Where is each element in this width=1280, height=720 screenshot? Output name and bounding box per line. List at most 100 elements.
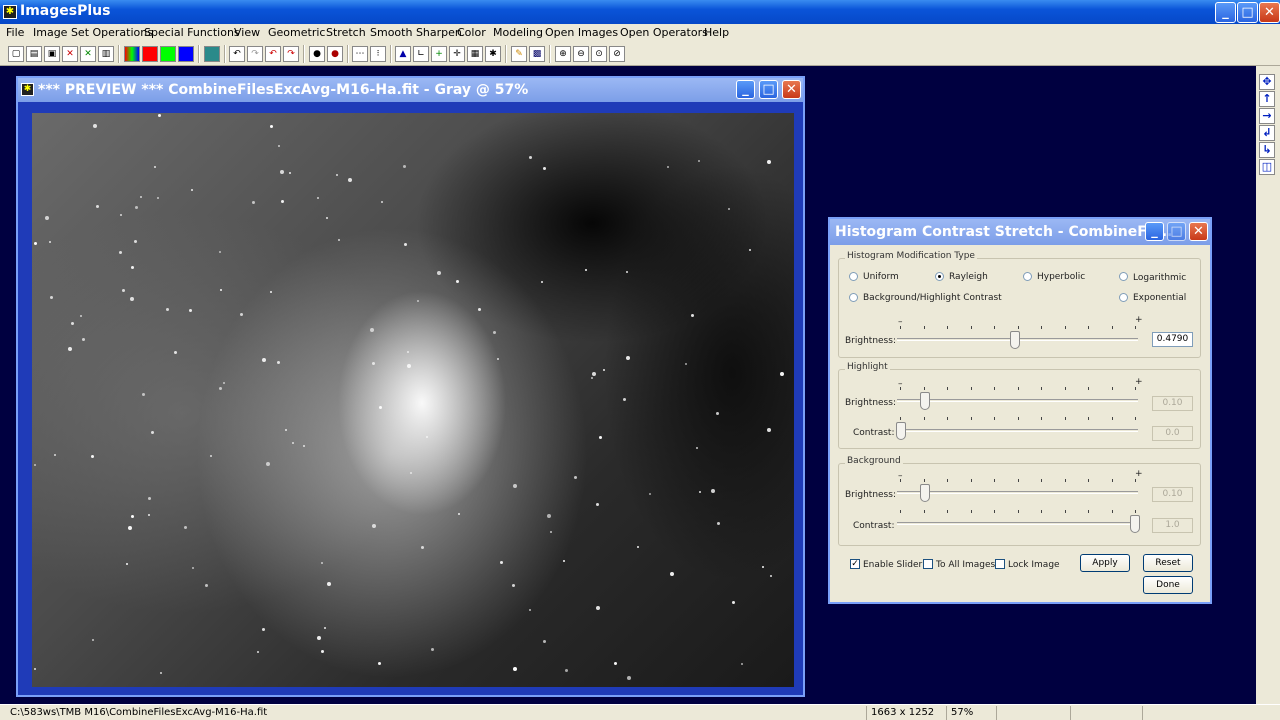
radio-rayleigh[interactable] [935, 272, 944, 281]
background-group: Background – + Brightness: 0.10 Contrast… [838, 456, 1201, 546]
close-button[interactable]: ✕ [1259, 2, 1280, 23]
dialog-titlebar[interactable]: Histogram Contrast Stretch - CombineFil.… [830, 219, 1210, 245]
close-all-icon[interactable]: ✕ [80, 46, 96, 62]
blue-channel-icon[interactable] [178, 46, 194, 62]
star [240, 313, 243, 316]
flip-icon[interactable]: ◫ [1259, 159, 1275, 175]
to-all-images-checkbox[interactable] [923, 559, 933, 569]
rgb-icon[interactable] [124, 46, 140, 62]
preview-window-icon[interactable]: ✱ [21, 83, 34, 96]
minimize-button[interactable]: _ [1215, 2, 1236, 23]
star [410, 472, 412, 474]
slider-thumb[interactable] [1130, 515, 1140, 533]
menu-stretch[interactable]: Stretch [326, 26, 366, 39]
star [130, 297, 134, 301]
maximize-button[interactable]: □ [1237, 2, 1258, 23]
redo-icon[interactable]: ↷ [247, 46, 263, 62]
star [135, 206, 138, 209]
star [317, 636, 321, 640]
open-folder-icon[interactable]: ▤ [26, 46, 42, 62]
star [599, 436, 602, 439]
slider-thumb[interactable] [896, 422, 906, 440]
menu-smooth-sharpen[interactable]: Smooth Sharpen [370, 26, 462, 39]
app-icon[interactable]: ✱ [3, 5, 17, 19]
preview-minimize-button[interactable]: _ [736, 80, 755, 99]
menu-help[interactable]: Help [704, 26, 729, 39]
pencil-icon[interactable]: ✎ [511, 46, 527, 62]
menu-color[interactable]: Color [457, 26, 486, 39]
rotate-right-icon[interactable]: ↳ [1259, 142, 1275, 158]
slider-tick [1135, 479, 1136, 482]
crosshair-icon[interactable]: + [431, 46, 447, 62]
menu-image-set-operations[interactable]: Image Set Operations [33, 26, 153, 39]
menu-view[interactable]: View [234, 26, 260, 39]
slider-thumb[interactable] [1010, 331, 1020, 349]
plus-cursor-icon[interactable]: ✛ [449, 46, 465, 62]
move-icon[interactable]: ✥ [1259, 74, 1275, 90]
apply-button[interactable]: Apply [1080, 554, 1130, 572]
zoom-out-icon[interactable]: ⊖ [573, 46, 589, 62]
slider-tick [970, 479, 972, 482]
dialog-close-button[interactable]: ✕ [1189, 222, 1208, 241]
grid-icon[interactable] [204, 46, 220, 62]
menu-modeling[interactable]: Modeling [493, 26, 543, 39]
matrix-icon[interactable]: ▩ [529, 46, 545, 62]
zoom-in-icon[interactable]: ⊕ [555, 46, 571, 62]
done-button[interactable]: Done [1143, 576, 1193, 594]
undo-all-icon[interactable]: ↶ [265, 46, 281, 62]
green-channel-icon[interactable] [160, 46, 176, 62]
ellipse-select-icon[interactable]: ● [327, 46, 343, 62]
star [140, 196, 142, 198]
zoom-fit-icon[interactable]: ⊙ [591, 46, 607, 62]
print-icon[interactable]: ▥ [98, 46, 114, 62]
slider-thumb[interactable] [920, 484, 930, 502]
arrow-right-icon[interactable]: → [1259, 108, 1275, 124]
rotate-left-icon[interactable]: ↲ [1259, 125, 1275, 141]
table-icon[interactable]: ▦ [467, 46, 483, 62]
preview-titlebar[interactable]: ✱ *** PREVIEW *** CombineFilesExcAvg-M16… [18, 78, 803, 102]
undo-icon[interactable]: ↶ [229, 46, 245, 62]
dots-icon[interactable]: ⋯ [352, 46, 368, 62]
menu-file[interactable]: File [6, 26, 24, 39]
color-palette-icon[interactable]: ✱ [485, 46, 501, 62]
enable-slider-checkbox[interactable]: ✓ [850, 559, 860, 569]
save-icon[interactable]: ▣ [44, 46, 60, 62]
axis-icon[interactable]: ∟ [413, 46, 429, 62]
menu-geometric[interactable]: Geometric [268, 26, 325, 39]
radio-hyperbolic[interactable] [1023, 272, 1032, 281]
preview-close-button[interactable]: ✕ [782, 80, 801, 99]
arrow-up-icon[interactable]: ↑ [1259, 91, 1275, 107]
circle-select-icon[interactable]: ● [309, 46, 325, 62]
star [379, 406, 382, 409]
slider-track[interactable] [897, 522, 1138, 525]
points-icon[interactable]: ⁝ [370, 46, 386, 62]
app-titlebar[interactable]: ✱ ImagesPlus _ □ ✕ [0, 0, 1280, 24]
lock-image-checkbox[interactable] [995, 559, 1005, 569]
histogram-dialog[interactable]: Histogram Contrast Stretch - CombineFil.… [828, 217, 1212, 604]
radio-exponential[interactable] [1119, 293, 1128, 302]
menu-open-operators[interactable]: Open Operators [620, 26, 708, 39]
radio-logarithmic[interactable] [1119, 272, 1128, 281]
zoom-reset-icon[interactable]: ⊘ [609, 46, 625, 62]
redo-all-icon[interactable]: ↷ [283, 46, 299, 62]
reset-button[interactable]: Reset [1143, 554, 1193, 572]
star [698, 160, 700, 162]
menu-special-functions[interactable]: Special Functions [144, 26, 240, 39]
red-channel-icon[interactable] [142, 46, 158, 62]
brightness-value[interactable]: 0.4790 [1152, 332, 1193, 347]
slider-track[interactable] [897, 429, 1138, 432]
preview-window[interactable]: ✱ *** PREVIEW *** CombineFilesExcAvg-M16… [16, 76, 805, 697]
slider-tick [994, 326, 995, 329]
preview-maximize-button[interactable]: □ [759, 80, 778, 99]
radio-bg-highlight[interactable] [849, 293, 858, 302]
histogram-icon[interactable]: ▲ [395, 46, 411, 62]
slider-track[interactable] [897, 399, 1138, 402]
radio-uniform[interactable] [849, 272, 858, 281]
dialog-minimize-button[interactable]: _ [1145, 222, 1164, 241]
slider-track[interactable] [897, 491, 1138, 494]
nebula-image[interactable] [32, 113, 794, 687]
slider-thumb[interactable] [920, 392, 930, 410]
new-file-icon[interactable]: ▢ [8, 46, 24, 62]
close-image-icon[interactable]: ✕ [62, 46, 78, 62]
menu-open-images[interactable]: Open Images [545, 26, 618, 39]
